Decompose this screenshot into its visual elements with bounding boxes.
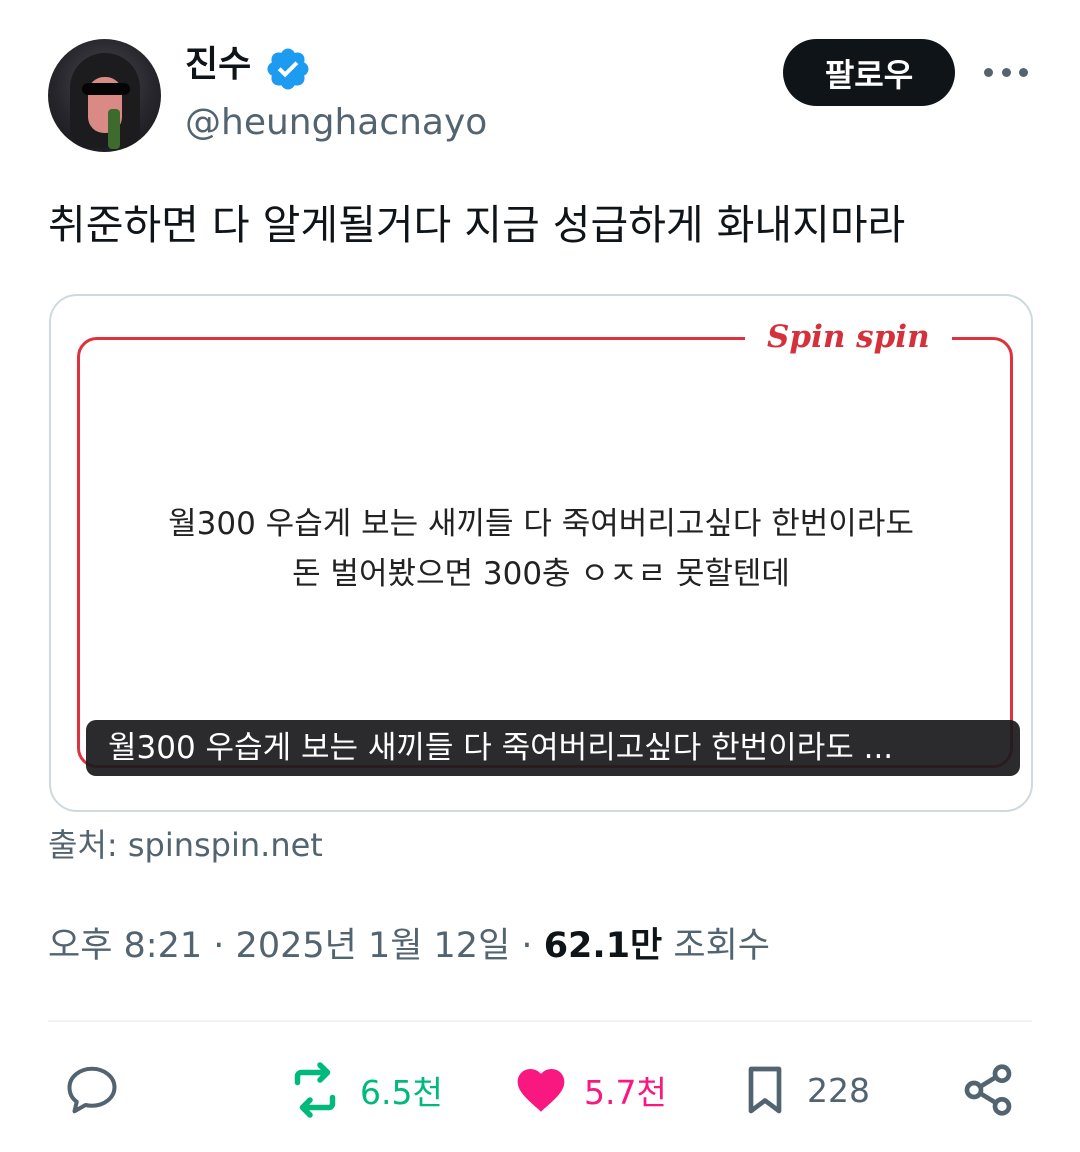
link-card[interactable]: Spin spin 월300 우습게 보는 새끼들 다 죽여버리고싶다 한번이라… — [49, 294, 1033, 812]
more-dot — [1019, 67, 1028, 77]
card-quote-line: 월300 우습게 보는 새끼들 다 죽여버리고싶다 한번이라도 — [168, 506, 914, 542]
views-count: 62.1만 — [543, 926, 663, 966]
divider — [48, 1020, 1032, 1022]
bookmark-button[interactable]: 228 — [737, 1060, 870, 1120]
more-dot — [984, 67, 993, 77]
retweet-count: 6.5천 — [360, 1073, 443, 1112]
more-icon[interactable] — [984, 52, 1028, 92]
avatar[interactable] — [48, 39, 161, 152]
tweet-date[interactable]: 2025년 1월 12일 — [236, 926, 511, 966]
reply-button[interactable] — [62, 1060, 122, 1120]
heart-icon — [517, 1069, 565, 1112]
tweet-text: 취준하면 다 알게될거다 지금 성급하게 화내지마라 — [48, 201, 906, 249]
retweet-icon — [294, 1062, 336, 1118]
brand-logo: Spin spin — [745, 312, 952, 362]
tweet-time[interactable]: 오후 8:21 — [48, 926, 202, 966]
tweet-meta: 오후 8:21 · 2025년 1월 12일 · 62.1만 조회수 — [48, 921, 770, 971]
author-handle[interactable]: @heunghacnayo — [185, 99, 487, 147]
meta-separator: · — [213, 926, 225, 966]
views-label: 조회수 — [673, 926, 771, 966]
bookmark-icon — [748, 1066, 782, 1114]
avatar-sunglasses-shape — [82, 83, 130, 95]
share-button[interactable] — [960, 1060, 1016, 1120]
reply-icon — [67, 1066, 117, 1114]
author-name[interactable]: 진수 — [185, 40, 251, 90]
follow-button[interactable]: 팔로우 — [783, 39, 955, 106]
card-caption: 월300 우습게 보는 새끼들 다 죽여버리고싶다 한번이라도 ... — [86, 720, 1020, 776]
retweet-button[interactable]: 6.5천 — [284, 1060, 443, 1120]
verified-badge-icon — [267, 48, 309, 90]
card-quote-line: 돈 벌어봤으면 300충 ㅇㅈㄹ 못할텐데 — [292, 556, 790, 592]
meta-separator: · — [521, 926, 533, 966]
like-button[interactable]: 5.7천 — [512, 1060, 667, 1120]
more-dot — [1001, 67, 1011, 77]
bookmark-count: 228 — [807, 1070, 870, 1110]
avatar-bottle-shape — [108, 109, 120, 149]
card-quote: 월300 우습게 보는 새끼들 다 죽여버리고싶다 한번이라도 돈 벌어봤으면 … — [51, 499, 1031, 599]
like-count: 5.7천 — [584, 1073, 667, 1112]
share-icon — [964, 1064, 1012, 1116]
card-source-link[interactable]: 출처: spinspin.net — [48, 822, 323, 868]
